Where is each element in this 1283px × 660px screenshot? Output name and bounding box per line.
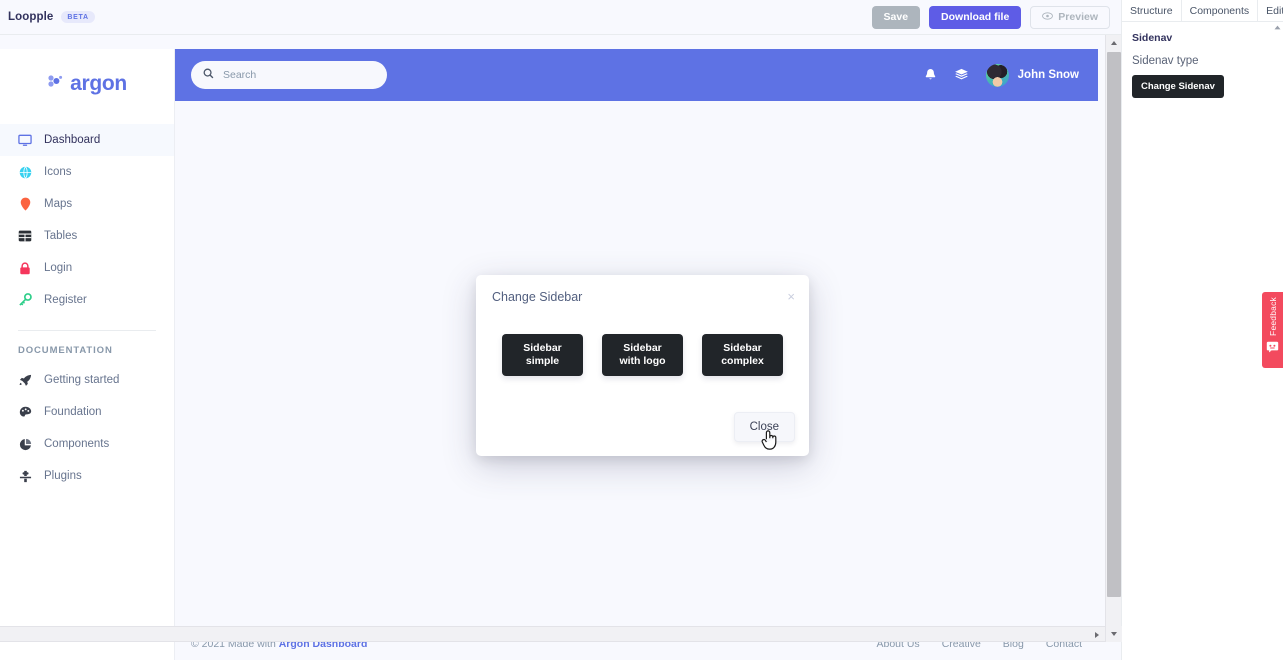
app-toolbar: Loopple BETA Save Download file Preview: [0, 0, 1121, 35]
sidebar-item-label: Getting started: [44, 374, 120, 386]
inspector-scroll-up-arrow[interactable]: [1272, 22, 1283, 33]
sidenav-doc-list: Getting started Foundation Components Pl…: [0, 364, 174, 492]
sidebar-simple-option[interactable]: Sidebar simple: [502, 334, 583, 376]
eye-icon: [1042, 12, 1054, 23]
sidebar-item-label: Tables: [44, 230, 78, 242]
puzzle-icon: [18, 469, 32, 483]
modal-title: Change Sidebar: [492, 290, 583, 304]
scroll-down-arrow[interactable]: [1106, 626, 1122, 642]
feedback-label: Feedback: [1267, 297, 1278, 336]
sidebar-item-maps[interactable]: Maps: [0, 188, 174, 220]
user-name: John Snow: [1017, 69, 1079, 81]
bell-icon[interactable]: [924, 68, 937, 82]
palette-icon: [18, 405, 32, 419]
sidenav-logo[interactable]: argon: [0, 49, 174, 99]
modal-body: Sidebar simple Sidebar with logo Sidebar: [476, 319, 809, 376]
layers-icon[interactable]: [954, 68, 969, 82]
sidebar-complex-option[interactable]: Sidebar complex: [702, 334, 783, 376]
toolbar-actions: Save Download file Preview: [871, 0, 1110, 35]
option-line2: simple: [525, 355, 560, 367]
sidebar-item-label: Plugins: [44, 470, 82, 482]
sidebar-item-label: Dashboard: [44, 134, 101, 146]
inspector-body: Sidenav Sidenav type Change Sidenav: [1122, 22, 1283, 98]
search-icon: [203, 66, 214, 84]
sidebar-item-register[interactable]: Register: [0, 284, 174, 316]
inspector-section-title: Sidenav: [1132, 32, 1173, 44]
sidenav-divider: [18, 330, 156, 331]
modal-header: Change Sidebar ×: [476, 275, 809, 319]
beta-badge: BETA: [61, 11, 95, 23]
brand-name: Loopple: [8, 11, 54, 23]
sidenav-section-heading: DOCUMENTATION: [18, 345, 113, 356]
close-icon[interactable]: ×: [787, 290, 795, 303]
sidebar-item-getting-started[interactable]: Getting started: [0, 364, 174, 396]
sidebar-item-label: Login: [44, 262, 73, 274]
lock-icon: [18, 261, 32, 275]
tab-editor[interactable]: Editor: [1257, 0, 1283, 22]
builder-area: Loopple BETA Save Download file Preview: [0, 0, 1122, 660]
sidebar-item-label: Maps: [44, 198, 73, 210]
scroll-up-arrow[interactable]: [1106, 35, 1121, 51]
globe-icon: [18, 165, 32, 179]
search-input[interactable]: Search: [191, 61, 387, 89]
avatar: [985, 63, 1009, 87]
horizontal-scrollbar[interactable]: [0, 626, 1105, 642]
option-line1: Sidebar: [523, 341, 562, 354]
key-icon: [18, 293, 32, 307]
close-button[interactable]: Close: [733, 412, 795, 442]
change-sidenav-button[interactable]: Change Sidenav: [1132, 75, 1224, 98]
tab-components[interactable]: Components: [1180, 0, 1258, 22]
option-line2: complex: [721, 355, 764, 367]
download-file-button[interactable]: Download file: [929, 5, 1022, 30]
monitor-icon: [18, 133, 32, 147]
sidebar-item-components[interactable]: Components: [0, 428, 174, 460]
tab-structure[interactable]: Structure: [1122, 0, 1181, 22]
sidebar-item-dashboard[interactable]: Dashboard: [0, 124, 174, 156]
topnav-actions: John Snow: [924, 49, 1079, 101]
user-menu[interactable]: John Snow: [985, 63, 1079, 87]
sidebar-item-tables[interactable]: Tables: [0, 220, 174, 252]
argon-sidenav: argon Dashboard Icons Maps Tables Login …: [0, 49, 175, 660]
scroll-right-arrow[interactable]: [1089, 627, 1105, 643]
sidebar-with-logo-option[interactable]: Sidebar with logo: [602, 334, 683, 376]
option-line1: Sidebar: [623, 341, 662, 354]
sidebar-item-plugins[interactable]: Plugins: [0, 460, 174, 492]
change-sidebar-modal: Change Sidebar × Sidebar simple Sidebar …: [476, 275, 809, 456]
sidenav-type-label: Sidenav type: [1132, 55, 1199, 67]
preview-button[interactable]: Preview: [1030, 5, 1110, 30]
feedback-tab[interactable]: Feedback: [1262, 292, 1283, 368]
sidebar-item-login[interactable]: Login: [0, 252, 174, 284]
scrollbar-thumb[interactable]: [1107, 52, 1121, 597]
option-line1: Sidebar: [723, 341, 762, 354]
inspector-panel: Structure Components Editor Sidenav Side…: [1121, 0, 1283, 660]
sidenav-nav-list: Dashboard Icons Maps Tables Login Regist…: [0, 124, 174, 316]
option-line2: with logo: [619, 355, 666, 367]
sidebar-item-icons[interactable]: Icons: [0, 156, 174, 188]
search-placeholder: Search: [223, 69, 257, 81]
brand: Loopple BETA: [8, 11, 95, 23]
table-icon: [18, 229, 32, 243]
comment-icon: [1266, 340, 1279, 358]
pie-chart-icon: [18, 437, 32, 451]
map-pin-icon: [18, 197, 32, 211]
sidebar-item-label: Register: [44, 294, 87, 306]
sidebar-item-label: Icons: [44, 166, 72, 178]
app-window: Loopple BETA Save Download file Preview: [0, 0, 1283, 660]
sidebar-item-foundation[interactable]: Foundation: [0, 396, 174, 428]
preview-label: Preview: [1058, 10, 1098, 23]
sidebar-item-label: Foundation: [44, 406, 102, 418]
argon-atom-icon: [47, 73, 64, 94]
sidenav-logo-text: argon: [70, 71, 127, 95]
rocket-icon: [18, 373, 32, 387]
sidebar-item-label: Components: [44, 438, 110, 450]
save-button[interactable]: Save: [871, 5, 921, 30]
vertical-scrollbar[interactable]: [1105, 35, 1122, 642]
argon-topnav: Search John Snow: [175, 49, 1098, 101]
inspector-tabs: Structure Components Editor: [1122, 0, 1283, 22]
preview-viewport: argon Dashboard Icons Maps Tables Login …: [0, 35, 1121, 660]
modal-footer: Close: [733, 412, 795, 442]
